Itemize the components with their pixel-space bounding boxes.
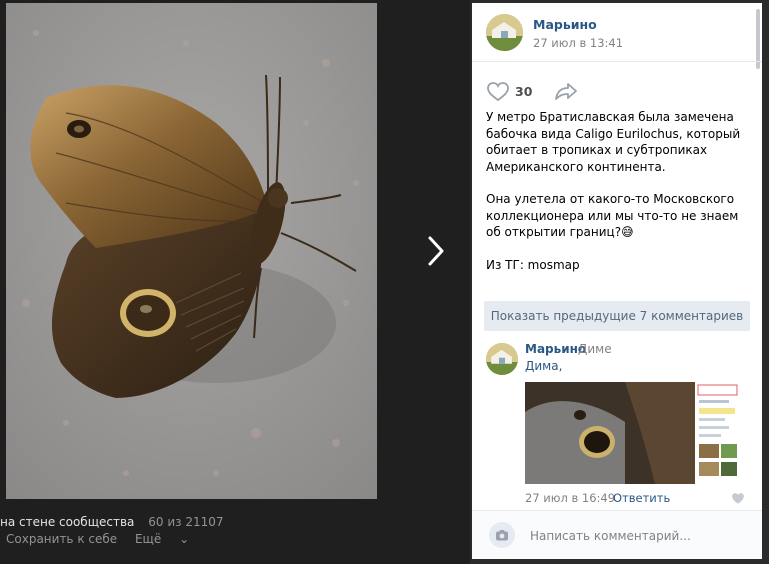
chevron-right-icon xyxy=(428,236,444,266)
community-avatar[interactable] xyxy=(486,14,523,51)
save-to-self-link[interactable]: Сохранить к себе xyxy=(6,532,117,546)
comment-reply-to: Диме xyxy=(578,342,612,356)
comment-date[interactable]: 27 июл в 16:49 xyxy=(525,491,615,505)
comment-attachment-image[interactable] xyxy=(525,382,740,484)
post-author[interactable]: Марьино xyxy=(533,17,597,32)
share-button[interactable] xyxy=(554,80,578,102)
comment-composer xyxy=(472,510,762,559)
comment-author[interactable]: Марьино xyxy=(525,342,586,356)
attach-photo-button[interactable] xyxy=(489,522,515,548)
post-paragraph: Она улетела от какого-то Московского кол… xyxy=(486,192,739,239)
reply-link[interactable]: Ответить xyxy=(613,491,670,505)
caption-text[interactable]: на стене сообщества xyxy=(0,515,134,529)
comment-input[interactable] xyxy=(530,527,750,545)
post-date[interactable]: 27 июл в 13:41 xyxy=(533,36,623,50)
heart-icon xyxy=(732,493,744,504)
comment-item: Марьино Диме Дима, 27 июл в 16:49 Ответи… xyxy=(472,340,762,510)
more-menu[interactable]: Ещё ⌄ xyxy=(135,532,203,546)
photo-viewer: на стене сообщества 60 из 21107 Сохранит… xyxy=(0,0,470,564)
butterfly-photo[interactable] xyxy=(6,3,377,499)
post-paragraph: Из ТГ: mosmap xyxy=(486,257,580,272)
chevron-down-icon: ⌄ xyxy=(179,532,190,546)
like-button[interactable] xyxy=(486,81,510,103)
next-photo-arrow[interactable] xyxy=(422,234,450,268)
post-paragraph: У метро Братиславская была замечена бабо… xyxy=(486,110,741,174)
photo-counter: 60 из 21107 xyxy=(148,515,224,529)
comment-text[interactable]: Дима, xyxy=(525,359,562,373)
post-text: У метро Братиславская была замечена бабо… xyxy=(486,109,752,289)
photo-caption: на стене сообщества 60 из 21107 xyxy=(0,515,224,529)
post-panel: Марьино 27 июл в 13:41 30 У метро Братис… xyxy=(472,3,762,559)
post-header: Марьино 27 июл в 13:41 xyxy=(472,3,762,62)
share-icon xyxy=(555,83,577,100)
comment-avatar[interactable] xyxy=(486,343,518,375)
comment-like-button[interactable] xyxy=(731,492,745,505)
show-previous-comments-button[interactable]: Показать предыдущие 7 комментариев xyxy=(484,301,750,331)
photo-actions: Сохранить к себе Ещё ⌄ xyxy=(6,532,217,546)
like-count: 30 xyxy=(515,84,533,99)
camera-icon xyxy=(496,530,508,541)
heart-icon xyxy=(487,82,509,102)
